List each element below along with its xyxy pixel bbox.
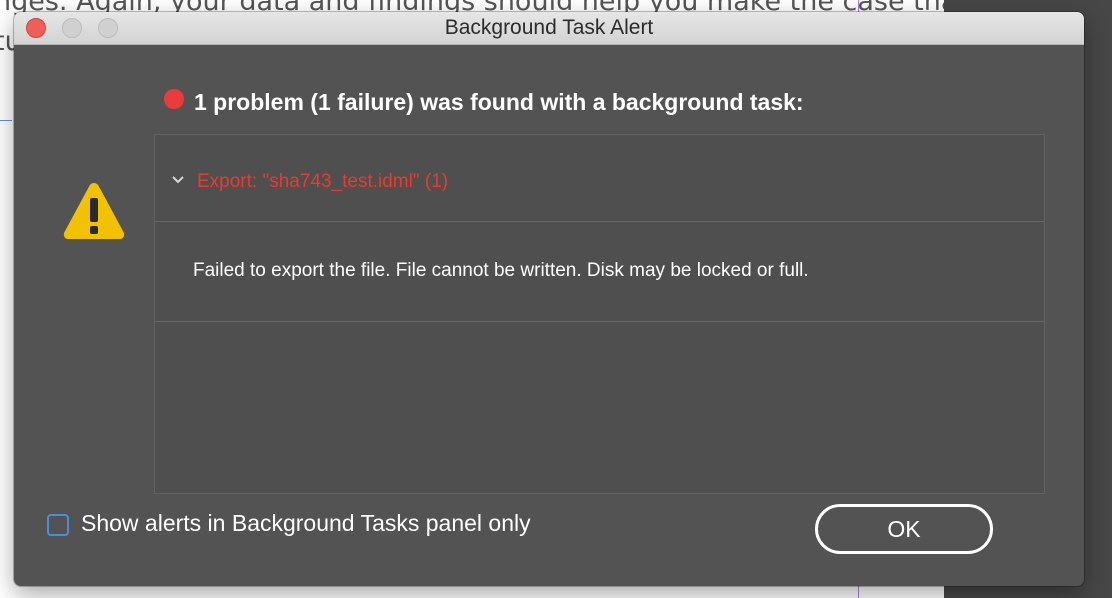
margin-guide-horizontal: [0, 120, 12, 121]
window-title: Background Task Alert: [444, 16, 654, 39]
task-row[interactable]: Export: "sha743_test.idml" (1): [155, 135, 1044, 222]
alert-headline: 1 problem (1 failure) was found with a b…: [164, 86, 804, 118]
chevron-down-icon[interactable]: [171, 175, 185, 185]
error-dot-icon: [164, 89, 184, 109]
task-error-message: Failed to export the file. File cannot b…: [193, 260, 809, 281]
task-title[interactable]: Export: "sha743_test.idml" (1): [197, 171, 448, 193]
title-bar[interactable]: Background Task Alert: [14, 12, 1084, 45]
background-task-alert-dialog: Background Task Alert 1 problem (1 failu…: [14, 12, 1084, 586]
headline-text: 1 problem (1 failure) was found with a b…: [194, 88, 804, 115]
show-alerts-checkbox[interactable]: [47, 514, 69, 536]
task-list-panel: Export: "sha743_test.idml" (1) Failed to…: [154, 134, 1045, 494]
warning-triangle-icon: [63, 183, 125, 239]
ok-button[interactable]: OK: [815, 504, 993, 554]
task-message-row: Failed to export the file. File cannot b…: [155, 222, 1044, 322]
show-alerts-checkbox-label[interactable]: Show alerts in Background Tasks panel on…: [81, 510, 531, 537]
